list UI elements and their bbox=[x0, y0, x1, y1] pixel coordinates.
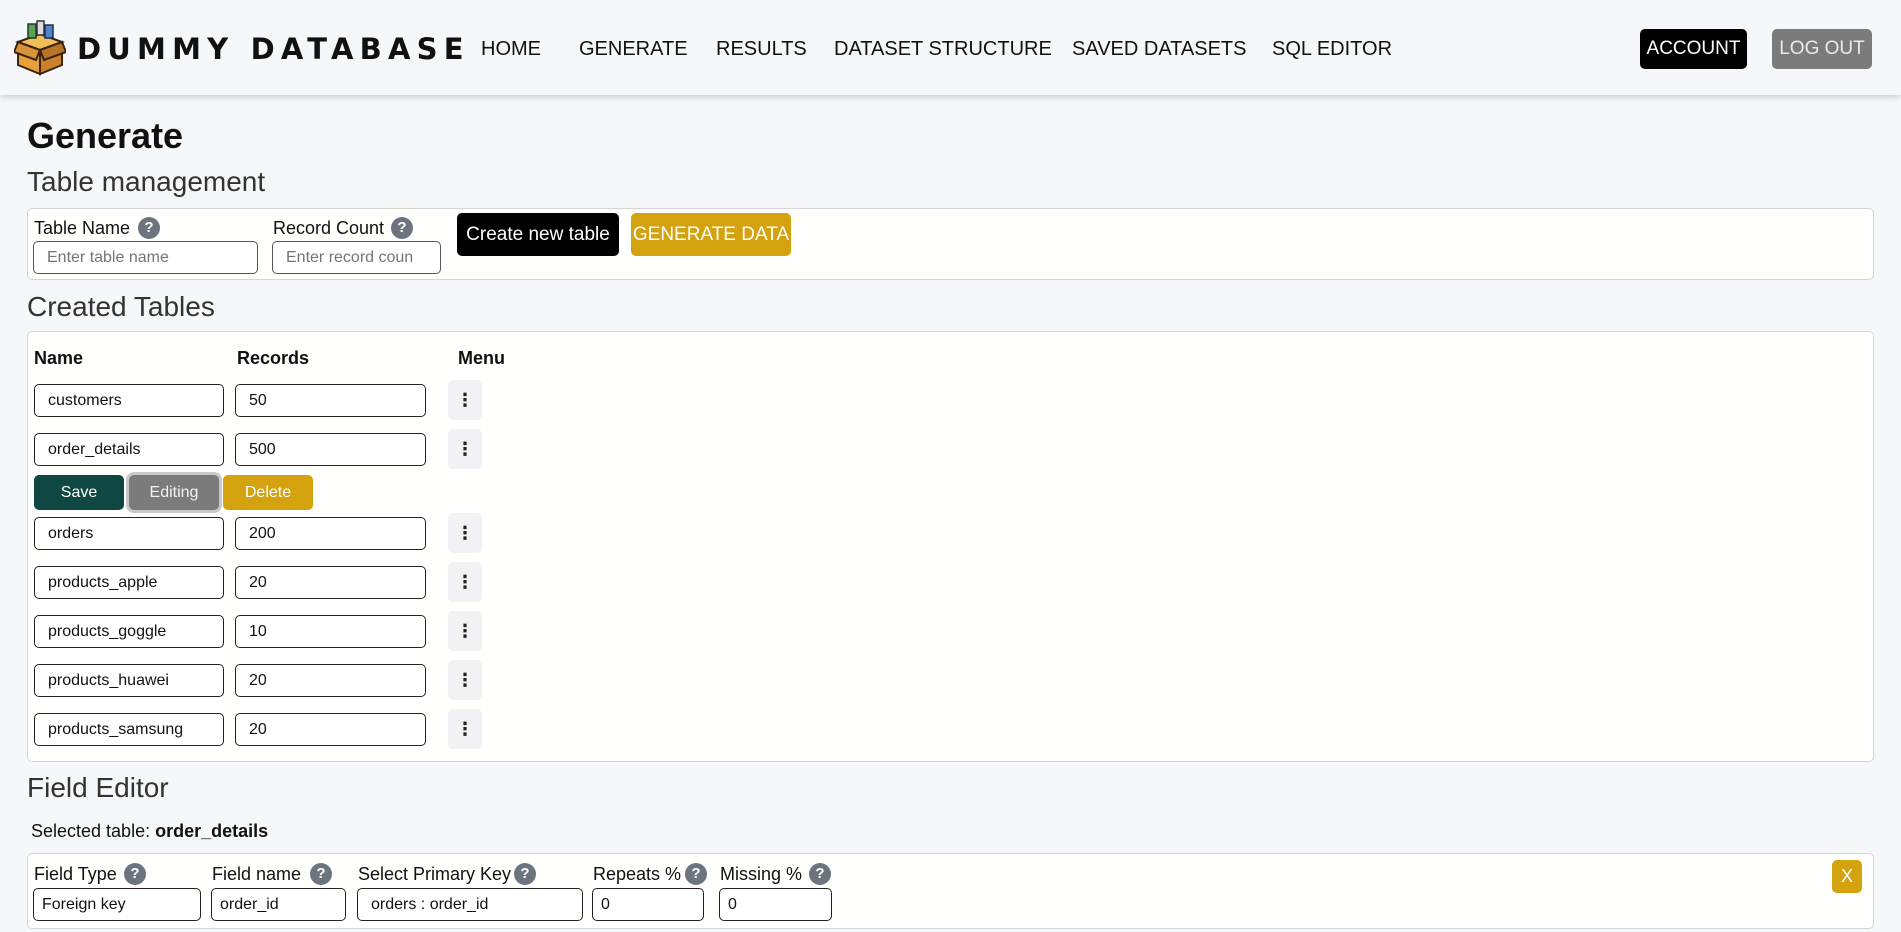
row-menu-kebab-icon[interactable]: ⋮ bbox=[448, 709, 482, 749]
record-count-input[interactable] bbox=[272, 241, 441, 274]
table-name-field[interactable]: customers bbox=[34, 384, 224, 417]
table-management-panel: Table Name ? Record Count ? Create new t… bbox=[27, 208, 1874, 280]
table-records-field[interactable]: 200 bbox=[235, 517, 426, 550]
page-title: Generate bbox=[27, 115, 184, 156]
primary-key-label: Select Primary Key bbox=[358, 864, 512, 884]
col-header-records: Records bbox=[237, 348, 310, 368]
field-type-select[interactable]: Foreign key bbox=[33, 888, 201, 921]
logout-button[interactable]: LOG OUT bbox=[1772, 29, 1872, 69]
database-box-logo-icon[interactable] bbox=[14, 20, 66, 76]
create-new-table-button[interactable]: Create new table bbox=[457, 213, 619, 256]
primary-key-help-icon[interactable]: ? bbox=[514, 863, 536, 885]
repeats-input[interactable]: 0 bbox=[592, 888, 704, 921]
primary-key-select[interactable]: orders : order_id bbox=[357, 888, 583, 921]
repeats-label: Repeats % bbox=[593, 864, 682, 884]
save-button[interactable]: Save bbox=[34, 475, 124, 510]
nav-dataset-structure[interactable]: DATASET STRUCTURE bbox=[834, 36, 1052, 62]
field-name-input[interactable]: order_id bbox=[211, 888, 346, 921]
field-name-label: Field name bbox=[212, 864, 302, 884]
table-name-input[interactable] bbox=[33, 241, 258, 274]
row-menu-kebab-icon[interactable]: ⋮ bbox=[448, 429, 482, 469]
nav-results[interactable]: RESULTS bbox=[716, 36, 807, 62]
table-name-field[interactable]: orders bbox=[34, 517, 224, 550]
table-records-field[interactable]: 20 bbox=[235, 713, 426, 746]
editing-button[interactable]: Editing bbox=[129, 475, 219, 510]
selected-table-prefix: Selected table: bbox=[31, 821, 151, 841]
nav-sql-editor[interactable]: SQL EDITOR bbox=[1272, 36, 1392, 62]
col-header-menu: Menu bbox=[458, 348, 505, 368]
missing-input[interactable]: 0 bbox=[719, 888, 832, 921]
nav-generate[interactable]: GENERATE bbox=[579, 36, 688, 62]
selected-table-name: order_details bbox=[155, 821, 269, 841]
table-records-field[interactable]: 10 bbox=[235, 615, 426, 648]
field-editor-heading: Field Editor bbox=[27, 772, 169, 803]
brand-name[interactable]: DUMMY DATABASE bbox=[77, 30, 470, 68]
created-tables-heading: Created Tables bbox=[27, 291, 215, 322]
field-type-help-icon[interactable]: ? bbox=[124, 863, 146, 885]
top-navbar: DUMMY DATABASE HOME GENERATE RESULTS DAT… bbox=[0, 0, 1901, 95]
table-records-field[interactable]: 20 bbox=[235, 566, 426, 599]
table-name-field[interactable]: products_goggle bbox=[34, 615, 224, 648]
missing-help-icon[interactable]: ? bbox=[809, 863, 831, 885]
table-name-label: Table Name bbox=[34, 218, 131, 238]
table-name-field[interactable]: order_details bbox=[34, 433, 224, 466]
table-name-field[interactable]: products_apple bbox=[34, 566, 224, 599]
table-records-field[interactable]: 50 bbox=[235, 384, 426, 417]
created-tables-panel: Name Records Menu customers 50 ⋮ order_d… bbox=[27, 331, 1874, 762]
repeats-help-icon[interactable]: ? bbox=[685, 863, 707, 885]
field-name-help-icon[interactable]: ? bbox=[310, 863, 332, 885]
record-count-label: Record Count bbox=[273, 218, 385, 238]
remove-field-button[interactable]: X bbox=[1832, 860, 1862, 893]
selected-table-line: Selected table: order_details bbox=[31, 820, 268, 842]
field-editor-panel: Field Type ? Foreign key Field name ? or… bbox=[27, 853, 1874, 929]
table-management-heading: Table management bbox=[27, 166, 266, 197]
row-menu-kebab-icon[interactable]: ⋮ bbox=[448, 562, 482, 602]
nav-saved-datasets[interactable]: SAVED DATASETS bbox=[1072, 36, 1246, 62]
nav-home[interactable]: HOME bbox=[481, 36, 541, 62]
record-count-help-icon[interactable]: ? bbox=[391, 217, 413, 239]
row-menu-kebab-icon[interactable]: ⋮ bbox=[448, 380, 482, 420]
table-name-field[interactable]: products_huawei bbox=[34, 664, 224, 697]
row-menu-kebab-icon[interactable]: ⋮ bbox=[448, 611, 482, 651]
delete-button[interactable]: Delete bbox=[223, 475, 313, 510]
table-records-field[interactable]: 500 bbox=[235, 433, 426, 466]
col-header-name: Name bbox=[34, 348, 84, 368]
row-menu-kebab-icon[interactable]: ⋮ bbox=[448, 660, 482, 700]
row-menu-kebab-icon[interactable]: ⋮ bbox=[448, 513, 482, 553]
missing-label: Missing % bbox=[720, 864, 803, 884]
table-name-help-icon[interactable]: ? bbox=[138, 217, 160, 239]
table-records-field[interactable]: 20 bbox=[235, 664, 426, 697]
account-button[interactable]: ACCOUNT bbox=[1640, 29, 1747, 69]
field-type-label: Field Type bbox=[34, 864, 117, 884]
table-name-field[interactable]: products_samsung bbox=[34, 713, 224, 746]
generate-data-button[interactable]: GENERATE DATA bbox=[631, 213, 791, 256]
